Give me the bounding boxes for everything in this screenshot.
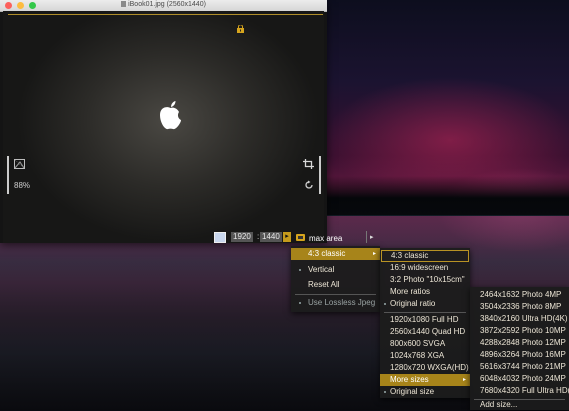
menu-item-label: 3504x2336 Photo 8MP bbox=[480, 302, 562, 311]
menu-item-label: 800x600 SVGA bbox=[390, 339, 446, 348]
menu-item-size-photo-24mp[interactable]: 6048x4032 Photo 24MP bbox=[470, 373, 569, 385]
menu-item-size-uhd-4k[interactable]: 3840x2160 Ultra HD(4K) bbox=[470, 313, 569, 325]
image-icon[interactable] bbox=[14, 159, 25, 169]
menu-separator bbox=[295, 294, 376, 295]
bullet-icon bbox=[299, 302, 301, 304]
menu-item-label: 16:9 widescreen bbox=[390, 263, 449, 272]
menu-item-label: Use Lossless Jpeg bbox=[308, 298, 376, 307]
menu-item-label: 3872x2592 Photo 10MP bbox=[480, 326, 566, 335]
menu-item-size-1024x768[interactable]: 1024x768 XGA bbox=[380, 350, 470, 362]
height-field[interactable]: 1440 bbox=[260, 232, 282, 242]
menu-item-label: 2560x1440 Quad HD bbox=[390, 327, 466, 336]
aspect-ratio-submenu: 4:3 classic 16:9 widescreen 3:2 Photo "1… bbox=[380, 248, 470, 398]
menu-item-label: 1280x720 WXGA(HD) bbox=[390, 363, 469, 372]
menu-item-label: 4:3 classic bbox=[308, 249, 346, 258]
menu-item-3-2-photo[interactable]: 3:2 Photo "10x15cm" bbox=[380, 274, 470, 286]
bullet-icon bbox=[384, 391, 386, 393]
menu-item-label: Original size bbox=[390, 387, 435, 396]
menu-item-size-2560x1440[interactable]: 2560x1440 Quad HD bbox=[380, 326, 470, 338]
zoom-level: 88% bbox=[14, 181, 31, 190]
crop-icon[interactable] bbox=[303, 159, 314, 169]
menu-item-size-uhd-8k[interactable]: 7680x4320 Full Ultra HD(8K) bbox=[470, 385, 569, 397]
menu-item-size-photo-12mp[interactable]: 4288x2848 Photo 12MP bbox=[470, 337, 569, 349]
menu-item-label: More sizes bbox=[390, 375, 429, 384]
width-field[interactable]: 1920 bbox=[231, 232, 253, 242]
background-color-swatch[interactable] bbox=[214, 232, 226, 243]
bullet-icon bbox=[384, 303, 386, 305]
menu-item-reset-all[interactable]: Reset All bbox=[291, 279, 380, 291]
menu-item-label: 4288x2848 Photo 12MP bbox=[480, 338, 566, 347]
menu-item-aspect-ratio[interactable]: 4:3 classic ▸ bbox=[291, 248, 380, 260]
menu-item-size-1280x720[interactable]: 1280x720 WXGA(HD) bbox=[380, 362, 470, 374]
menu-item-size-photo-16mp[interactable]: 4896x3264 Photo 16MP bbox=[470, 349, 569, 361]
options-menu: 4:3 classic ▸ Vertical Reset All Use Los… bbox=[291, 246, 380, 312]
menu-item-label: 3840x2160 Ultra HD(4K) bbox=[480, 314, 568, 323]
submenu-arrow-icon: ▸ bbox=[372, 251, 376, 257]
chevron-right-icon[interactable]: ▸ bbox=[370, 233, 374, 241]
menu-item-size-1920x1080[interactable]: 1920x1080 Full HD bbox=[380, 314, 470, 326]
menu-item-size-800x600[interactable]: 800x600 SVGA bbox=[380, 338, 470, 350]
menu-item-label: 4896x3264 Photo 16MP bbox=[480, 350, 566, 359]
window-title: iBook01.jpg (2560x1440) bbox=[0, 1, 327, 8]
menu-item-label: 5616x3744 Photo 21MP bbox=[480, 362, 566, 371]
dimension-separator: : bbox=[257, 232, 260, 241]
menu-item-16-9[interactable]: 16:9 widescreen bbox=[380, 262, 470, 274]
window-title-text: iBook01.jpg (2560x1440) bbox=[128, 1, 206, 8]
menu-item-label: 7680x4320 Full Ultra HD(8K) bbox=[480, 386, 569, 395]
menu-item-label: 3:2 Photo "10x15cm" bbox=[390, 275, 465, 284]
menu-item-more-ratios[interactable]: More ratios bbox=[380, 286, 470, 298]
crop-guide-line bbox=[8, 14, 323, 15]
menu-item-size-photo-8mp[interactable]: 3504x2336 Photo 8MP bbox=[470, 301, 569, 313]
max-area-divider bbox=[366, 231, 367, 243]
menu-item-more-sizes[interactable]: More sizes ▸ bbox=[380, 374, 470, 386]
wallpaper-treeline bbox=[326, 176, 569, 216]
menu-item-label: Original ratio bbox=[390, 299, 436, 308]
menu-item-original-size[interactable]: Original size bbox=[380, 386, 470, 398]
menu-item-lossless-jpeg[interactable]: Use Lossless Jpeg bbox=[291, 297, 380, 309]
menu-item-4-3-classic[interactable]: 4:3 classic bbox=[381, 250, 469, 262]
menu-item-original-ratio[interactable]: Original ratio bbox=[380, 298, 470, 310]
menu-item-size-photo-4mp[interactable]: 2464x1632 Photo 4MP bbox=[470, 289, 569, 301]
menu-item-label: Add size... bbox=[480, 400, 518, 409]
menu-item-label: 1920x1080 Full HD bbox=[390, 315, 459, 324]
apple-logo bbox=[160, 101, 181, 130]
menu-item-label: More ratios bbox=[390, 287, 431, 296]
submenu-arrow-icon: ▸ bbox=[462, 377, 466, 383]
menu-item-label: 6048x4032 Photo 24MP bbox=[480, 374, 566, 383]
menu-item-label: 4:3 classic bbox=[391, 251, 429, 260]
app-window: iBook01.jpg (2560x1440) 88% bbox=[0, 0, 327, 243]
right-crop-handle[interactable] bbox=[319, 156, 321, 194]
menu-item-label: 1024x768 XGA bbox=[390, 351, 445, 360]
menu-item-label: Reset All bbox=[308, 280, 340, 289]
document-icon bbox=[121, 1, 127, 7]
max-area-button[interactable]: max area bbox=[309, 234, 342, 243]
menu-item-add-size[interactable]: Add size... bbox=[470, 399, 569, 411]
more-sizes-submenu: 2464x1632 Photo 4MP 3504x2336 Photo 8MP … bbox=[470, 287, 569, 410]
size-menu-arrow-button[interactable]: ▸ bbox=[283, 232, 291, 242]
menu-separator bbox=[384, 312, 466, 313]
menu-item-label: 2464x1632 Photo 4MP bbox=[480, 290, 562, 299]
lock-icon[interactable] bbox=[236, 25, 245, 33]
left-crop-handle[interactable] bbox=[7, 156, 9, 194]
menu-item-size-photo-10mp[interactable]: 3872x2592 Photo 10MP bbox=[470, 325, 569, 337]
aspect-lock-icon[interactable] bbox=[296, 234, 305, 241]
menu-item-size-photo-21mp[interactable]: 5616x3744 Photo 21MP bbox=[470, 361, 569, 373]
rotate-icon[interactable] bbox=[304, 180, 314, 190]
menu-item-vertical[interactable]: Vertical bbox=[291, 264, 380, 276]
menu-item-label: Vertical bbox=[308, 265, 335, 274]
bullet-icon bbox=[299, 269, 301, 271]
